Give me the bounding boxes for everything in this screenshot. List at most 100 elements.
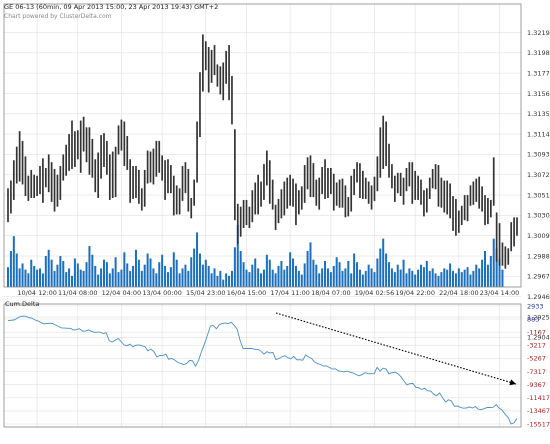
volume-bar — [481, 259, 484, 287]
volume-bar — [364, 270, 367, 287]
volume-bar — [306, 251, 309, 287]
volume-bar — [132, 265, 135, 287]
volume-bar — [181, 268, 184, 287]
volume-bar — [94, 265, 97, 287]
volume-bar — [242, 262, 245, 287]
volume-bar — [126, 263, 129, 287]
price-tick-label: 1.3093 — [527, 151, 550, 159]
volume-bar — [358, 269, 361, 287]
volume-bar — [254, 258, 257, 287]
volume-bar — [376, 258, 379, 287]
volume-bar — [161, 254, 164, 287]
volume-bar — [129, 270, 132, 287]
volume-bar — [347, 260, 350, 287]
time-tick-label: 18/04 07:00 — [311, 289, 351, 297]
volume-bar — [44, 256, 47, 287]
volume-bar — [431, 268, 434, 287]
price-tick-label: 1.2967 — [527, 273, 550, 281]
volume-bar — [469, 274, 472, 287]
volume-bar — [309, 242, 312, 287]
volume-bar — [408, 268, 411, 287]
volume-bar — [303, 263, 306, 287]
chart-svg: 1.3219 1.3198 1.3177 1.3156 1.3135 1.3114 1.30… — [0, 0, 550, 440]
volume-bar — [82, 270, 85, 287]
volume-bar — [204, 259, 207, 287]
volume-bar — [472, 270, 475, 287]
volume-bar — [425, 260, 428, 287]
delta-tick-label: -15517 — [527, 420, 550, 428]
volume-bar — [417, 269, 420, 287]
volume-bar — [33, 265, 36, 287]
chart-title: GE 06-13 (60min, 09 Apr 2013 15:00, 23 A… — [4, 3, 218, 11]
chart-credit: Chart powered by ClusterDelta.com — [4, 13, 112, 20]
price-tick-label: 1.3051 — [527, 191, 550, 199]
volume-bar — [382, 238, 385, 287]
volume-bar — [85, 262, 88, 287]
volume-bar — [245, 269, 248, 287]
volume-bar — [329, 272, 332, 287]
volume-bar — [59, 256, 62, 287]
time-tick-label: 17/04 11:00 — [270, 289, 310, 297]
price-tick-label: 1.3114 — [527, 130, 550, 138]
volume-bar — [361, 274, 364, 287]
volume-bar — [15, 253, 18, 287]
volume-bar — [219, 270, 222, 287]
volume-bar — [158, 262, 161, 287]
price-tick-label: 1.3177 — [527, 69, 550, 77]
volume-bar — [463, 269, 466, 287]
price-tick-label: 1.3135 — [527, 110, 550, 118]
volume-bar — [478, 268, 481, 287]
volume-bar — [79, 269, 82, 287]
volume-bar — [350, 273, 353, 287]
time-tick-label: 10/04 12:00 — [17, 289, 57, 297]
volume-bar — [466, 267, 469, 287]
volume-bar — [178, 273, 181, 287]
price-tick-label: 1.3030 — [527, 212, 550, 220]
volume-bar — [21, 263, 24, 287]
volume-bar — [315, 264, 318, 287]
volume-bar — [460, 272, 463, 287]
volume-bar — [312, 259, 315, 287]
volume-bar — [405, 273, 408, 287]
volume-bar — [271, 269, 274, 287]
volume-bar — [289, 252, 292, 287]
volume-bar — [56, 264, 59, 287]
volume-bar — [297, 270, 300, 287]
volume-bar — [184, 264, 187, 287]
volume-bar — [7, 267, 9, 287]
volume-bar — [294, 265, 297, 287]
volume-bar — [105, 262, 108, 287]
volume-bar — [277, 265, 280, 287]
volume-bar — [341, 270, 344, 287]
volume-bar — [120, 269, 123, 287]
volume-bar — [292, 258, 295, 287]
volume-bar — [30, 259, 33, 287]
volume-bar — [434, 273, 437, 287]
volume-bar — [385, 253, 388, 287]
volume-bar — [344, 268, 347, 287]
volume-bar — [338, 262, 341, 287]
delta-tick-label: -7317 — [527, 368, 546, 376]
volume-bar — [36, 269, 39, 287]
volume-bar — [486, 264, 489, 287]
volume-bar — [169, 267, 172, 287]
volume-bar — [475, 264, 478, 287]
volume-bar — [501, 269, 504, 287]
time-tick-label: 12/04 04:00 — [102, 289, 142, 297]
price-tick-label: 1.3198 — [527, 49, 550, 57]
price-tick-label: 1.2946 — [527, 293, 550, 301]
volume-bar — [260, 273, 263, 287]
time-tick-label: 13/04 00:00 — [142, 289, 182, 297]
price-tick-label: 1.3009 — [527, 232, 550, 240]
volume-bar — [457, 268, 460, 287]
volume-bar — [446, 269, 449, 287]
volume-bar — [123, 252, 126, 287]
price-tick-label: 1.3219 — [527, 29, 550, 37]
volume-bar — [175, 259, 178, 287]
volume-bar — [251, 264, 254, 287]
volume-bar — [230, 270, 233, 287]
volume-bar — [70, 275, 73, 287]
volume-bar — [210, 273, 213, 287]
price-tick-label: 1.3072 — [527, 171, 550, 179]
volume-bar — [414, 274, 417, 287]
